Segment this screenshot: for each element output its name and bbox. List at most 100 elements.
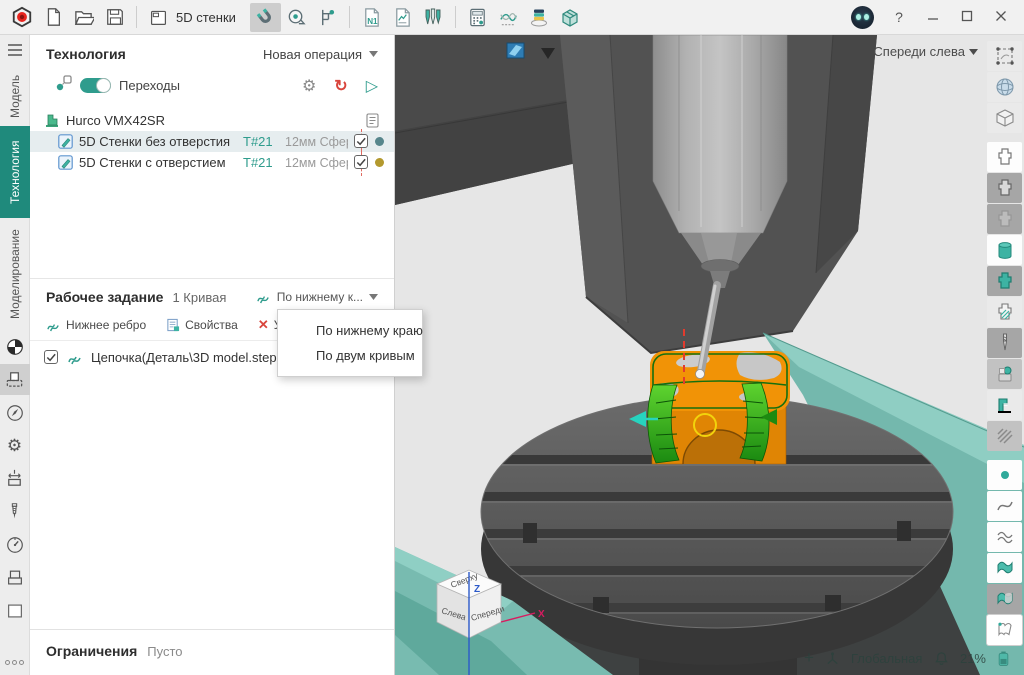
- chevron-down-icon: [969, 49, 978, 55]
- new-operation-button[interactable]: Новая операция: [263, 47, 378, 62]
- workpiece-ghost-button[interactable]: [987, 204, 1022, 234]
- tool-library-button[interactable]: [418, 3, 449, 32]
- operation-row[interactable]: 5D Стенки с отверстием T#21 12мм Сфериче…: [30, 152, 394, 173]
- main-menu-button[interactable]: [7, 35, 23, 66]
- machine-setup-button[interactable]: [0, 364, 30, 395]
- bell-icon[interactable]: [934, 651, 949, 666]
- tab-modeling[interactable]: Моделирование: [0, 218, 30, 330]
- document-tab-icon[interactable]: [143, 3, 174, 32]
- minimize-button[interactable]: [924, 9, 942, 25]
- wireframe-surface-button[interactable]: [987, 522, 1022, 552]
- plane-button[interactable]: [0, 595, 30, 626]
- tab-model[interactable]: Модель: [0, 66, 30, 126]
- job-item-checkbox[interactable]: [44, 350, 59, 365]
- surface-semitransparent-button[interactable]: [987, 584, 1022, 614]
- caliper-button[interactable]: [312, 3, 343, 32]
- surface-shaded-button[interactable]: [987, 553, 1022, 583]
- boundary-mesh-button[interactable]: [987, 41, 1022, 71]
- point-display-button[interactable]: [987, 460, 1022, 490]
- machine-node[interactable]: Hurco VMX42SR: [30, 110, 394, 131]
- left-tabstrip: Модель Технология Моделирование ⚙: [0, 35, 30, 675]
- layers-stack-button[interactable]: [524, 3, 555, 32]
- assistant-button[interactable]: [851, 6, 874, 29]
- curve-mode-dropdown[interactable]: По нижнему к...: [256, 290, 378, 304]
- machine-display-button[interactable]: [987, 390, 1022, 420]
- machine-icon: [44, 112, 60, 128]
- new-operation-label: Новая операция: [263, 47, 362, 62]
- chevron-down-icon: [369, 51, 378, 57]
- open-file-button[interactable]: [68, 3, 99, 32]
- constraints-section[interactable]: Ограничения Пусто: [30, 629, 394, 675]
- curve-display-button[interactable]: [987, 491, 1022, 521]
- axis-x-label: X: [538, 609, 545, 620]
- view-orientation-dropdown[interactable]: Спереди слева: [873, 44, 978, 59]
- recalculate-button[interactable]: ↻: [334, 76, 347, 96]
- workpiece[interactable]: [629, 351, 790, 464]
- operation-tool-desc: 12мм Сферическа: [285, 156, 348, 170]
- tool-tip: [696, 370, 705, 379]
- operation-enabled-checkbox[interactable]: [354, 134, 369, 149]
- sphere-mesh-button[interactable]: [987, 72, 1022, 102]
- operation-tool: T#21: [243, 155, 279, 170]
- stock-shaded-button[interactable]: [987, 266, 1022, 296]
- toolholder-display-button[interactable]: [987, 359, 1022, 389]
- tool-display-button[interactable]: [987, 328, 1022, 358]
- menu-item-two-curves[interactable]: По двум кривым: [278, 343, 422, 368]
- nc-program-button[interactable]: N1: [356, 3, 387, 32]
- gear-settings-button[interactable]: ⚙: [0, 430, 30, 461]
- battery-icon: [997, 650, 1010, 667]
- operation-tool: T#21: [243, 134, 279, 149]
- operation-settings-button[interactable]: ⚙: [302, 76, 316, 96]
- maximize-button[interactable]: [958, 9, 976, 25]
- shading-quadrant-button[interactable]: [0, 331, 30, 362]
- csys-icon[interactable]: [825, 651, 840, 666]
- compass-button[interactable]: [0, 397, 30, 428]
- help-button[interactable]: ?: [890, 9, 908, 25]
- surface-flag-button[interactable]: [987, 615, 1022, 645]
- tool-button[interactable]: [0, 496, 30, 527]
- stock-hatched-button[interactable]: [987, 297, 1022, 327]
- report-chart-button[interactable]: [387, 3, 418, 32]
- viewport-statusbar: + Глобальная СК 21%: [804, 648, 1010, 668]
- run-simulation-button[interactable]: ▷: [366, 76, 378, 96]
- constraints-title: Ограничения: [46, 643, 137, 659]
- operation-name: 5D Стенки с отверстием: [79, 155, 237, 170]
- workpiece-setup-button[interactable]: [0, 463, 30, 494]
- viewport-3d: Сверху Слева Спереди Z X Спереди слева +…: [395, 35, 1024, 675]
- csys-label[interactable]: Глобальная СК: [851, 651, 923, 666]
- solid-model-button[interactable]: [987, 103, 1022, 133]
- zoom-plus-button[interactable]: +: [804, 648, 814, 668]
- workpiece-outline-button[interactable]: [987, 142, 1022, 172]
- delete-icon: ✕: [258, 317, 269, 333]
- snap-magnet-button[interactable]: [250, 3, 281, 32]
- gauge-button[interactable]: [0, 529, 30, 560]
- workpiece-shaded-button[interactable]: [987, 173, 1022, 203]
- measure-tape-button[interactable]: [281, 3, 312, 32]
- stock-solid-button[interactable]: [987, 235, 1022, 265]
- transitions-toggle[interactable]: [80, 78, 111, 93]
- menu-item-lower-edge[interactable]: По нижнему краю: [278, 318, 422, 343]
- new-file-button[interactable]: [37, 3, 68, 32]
- save-button[interactable]: [99, 3, 130, 32]
- operation-status-dot: [375, 158, 384, 167]
- properties-button[interactable]: Свойства: [166, 317, 238, 333]
- lower-edge-button[interactable]: Нижнее ребро: [46, 317, 146, 333]
- hatch-display-button[interactable]: [987, 421, 1022, 451]
- technology-panel: Технология Новая операция Переходы ⚙ ↻ ▷…: [30, 35, 395, 675]
- operation-enabled-checkbox[interactable]: [354, 155, 369, 170]
- job-title: Рабочее задание: [46, 289, 163, 305]
- operation-row[interactable]: 5D Стенки без отверстия T#21 12мм Сферич…: [30, 131, 394, 152]
- parts-box-button[interactable]: [555, 3, 586, 32]
- stock-button[interactable]: [0, 562, 30, 593]
- operation-icon: [58, 155, 73, 170]
- machine-scene[interactable]: Сверху Слева Спереди Z X: [395, 35, 1024, 675]
- graph-editor-button[interactable]: [493, 3, 524, 32]
- document-title: 5D стенки: [176, 10, 236, 25]
- transitions-label: Переходы: [119, 78, 180, 93]
- machine-report-icon[interactable]: [365, 113, 380, 128]
- close-button[interactable]: [992, 9, 1010, 25]
- chevron-down-icon: [369, 294, 378, 300]
- calculator-button[interactable]: [462, 3, 493, 32]
- tab-technology[interactable]: Технология: [0, 126, 30, 218]
- more-options-button[interactable]: [5, 660, 24, 665]
